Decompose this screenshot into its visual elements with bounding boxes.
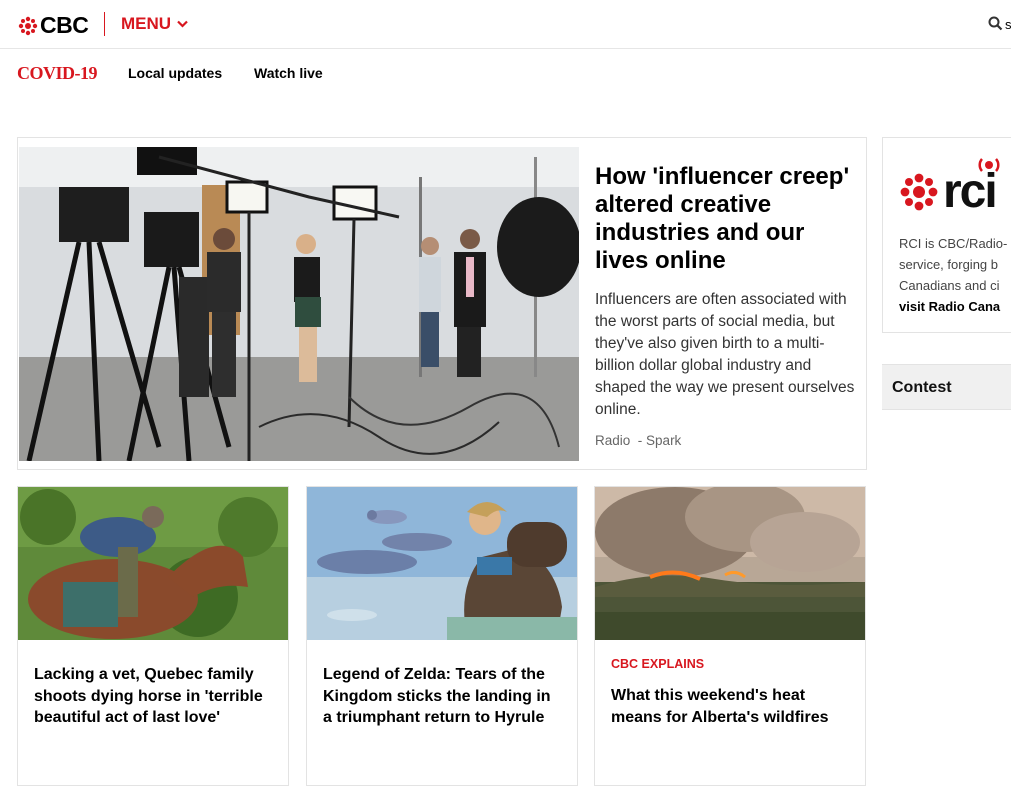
local-updates-link[interactable]: Local updates	[128, 65, 222, 81]
rci-line: Canadians and ci	[899, 278, 1000, 293]
chevron-down-icon	[177, 20, 188, 28]
watch-live-link[interactable]: Watch live	[254, 65, 323, 81]
search-icon[interactable]	[988, 16, 1003, 31]
story-kicker[interactable]: CBC EXPLAINS	[611, 657, 851, 671]
hero-description: Influencers are often associated with th…	[595, 291, 855, 418]
contest-heading[interactable]: Contest	[882, 364, 1011, 410]
menu-button[interactable]: MENU	[121, 14, 188, 34]
hero-image[interactable]	[19, 147, 579, 461]
rci-line: service, forging b	[899, 257, 998, 272]
story-card-wildfire[interactable]: CBC EXPLAINS What this weekend's heat me…	[594, 486, 866, 786]
story-card-horse[interactable]: Lacking a vet, Quebec family shoots dyin…	[17, 486, 289, 786]
story-text: Lacking a vet, Quebec family shoots dyin…	[34, 664, 274, 729]
story-image-zelda[interactable]	[307, 487, 577, 640]
logo-text: CBC	[40, 12, 89, 38]
story-text: Legend of Zelda: Tears of the Kingdom st…	[323, 664, 563, 729]
rci-description: RCI is CBC/Radio- service, forging b Can…	[899, 233, 1011, 317]
cbc-gem-icon	[900, 173, 938, 211]
rci-logo-text: rci	[943, 165, 998, 218]
rci-visit-link[interactable]: visit Radio Cana	[899, 296, 1011, 317]
header-divider	[104, 12, 105, 36]
site-header: CBC MENU s	[0, 0, 1011, 49]
hero-section[interactable]: Radio	[595, 433, 630, 448]
story-headline[interactable]: What this weekend's heat means for Alber…	[611, 685, 851, 728]
hero-meta: Radio - Spark	[595, 433, 855, 448]
cbc-gem-icon	[18, 16, 38, 35]
story-card-zelda[interactable]: Legend of Zelda: Tears of the Kingdom st…	[306, 486, 578, 786]
cbc-logo[interactable]: CBC	[18, 12, 89, 39]
menu-label: MENU	[121, 14, 172, 33]
rci-logo[interactable]: rci	[899, 156, 1002, 218]
hero-story-card[interactable]: How 'influencer creep' altered creative …	[17, 137, 867, 470]
story-headline[interactable]: Legend of Zelda: Tears of the Kingdom st…	[323, 664, 563, 729]
hero-show[interactable]: - Spark	[638, 433, 682, 448]
story-text: CBC EXPLAINS What this weekend's heat me…	[611, 657, 851, 728]
broadcast-icon	[978, 158, 1000, 172]
hero-headline[interactable]: How 'influencer creep' altered creative …	[595, 163, 855, 275]
rci-promo[interactable]: rci RCI is CBC/Radio- service, forging b…	[882, 137, 1011, 333]
rci-line: RCI is CBC/Radio-	[899, 236, 1008, 251]
sub-navigation: COVID-19 Local updates Watch live	[0, 49, 1011, 97]
story-image-wildfire[interactable]	[595, 487, 865, 640]
covid-link[interactable]: COVID-19	[17, 63, 98, 84]
story-headline[interactable]: Lacking a vet, Quebec family shoots dyin…	[34, 664, 274, 729]
hero-text: How 'influencer creep' altered creative …	[595, 163, 855, 448]
story-image-horse[interactable]	[18, 487, 288, 640]
search-label[interactable]: s	[1005, 17, 1011, 32]
